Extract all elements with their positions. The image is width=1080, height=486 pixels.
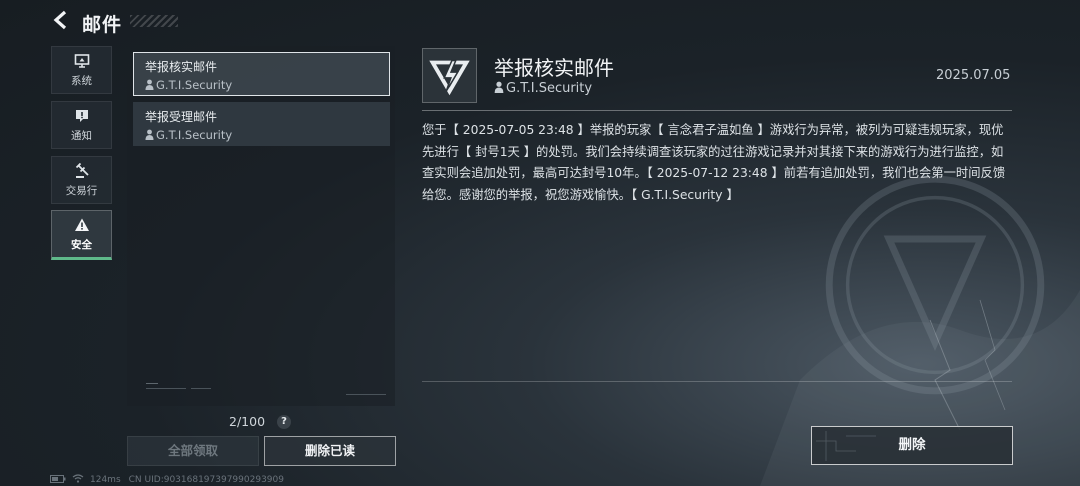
wifi-icon (72, 474, 84, 483)
delete-button[interactable]: 删除 (811, 426, 1013, 465)
person-icon (494, 81, 504, 93)
mail-count: 2/100 (229, 414, 266, 429)
tab-label: 系统 (71, 75, 92, 87)
help-icon[interactable]: ? (277, 415, 291, 429)
tab-notification[interactable]: 通知 (51, 101, 112, 149)
mail-list-item[interactable]: 举报核实邮件 G.T.I.Security (133, 52, 390, 96)
warning-triangle-icon (74, 218, 89, 231)
tab-label: 通知 (71, 130, 92, 142)
mail-list-item[interactable]: 举报受理邮件 G.T.I.Security (133, 102, 390, 146)
claim-all-button[interactable]: 全部领取 (127, 436, 259, 466)
detail-sender-name: G.T.I.Security (506, 81, 593, 96)
mail-sender: G.T.I.Security (145, 128, 390, 142)
uid-text: CN UID:903168197397990293909 (128, 475, 284, 485)
gavel-icon (75, 163, 89, 178)
detail-body: 您于【 2025-07-05 23:48 】举报的玩家【 言念君子温如鱼 】游戏… (422, 123, 1006, 202)
mail-subject: 举报受理邮件 (145, 110, 218, 124)
detail-sender: G.T.I.Security (494, 81, 592, 96)
battery-icon (50, 475, 66, 483)
title-decoration (130, 15, 178, 27)
person-icon (145, 79, 154, 90)
monitor-icon (74, 54, 89, 68)
delete-label: 删除 (898, 437, 926, 453)
tab-system[interactable]: 系统 (51, 46, 112, 94)
status-footer: 124ms CN UID:903168197397990293909 (50, 474, 292, 485)
person-icon (145, 129, 154, 140)
mail-sender-name: G.T.I.Security (156, 128, 233, 142)
tab-security[interactable]: 安全 (51, 210, 112, 260)
divider (422, 110, 1012, 111)
divider (422, 381, 1012, 382)
sender-logo-icon (422, 48, 477, 103)
tab-label: 安全 (71, 239, 92, 251)
back-arrow-icon[interactable] (50, 9, 72, 31)
tab-label: 交易行 (65, 185, 98, 197)
detail-subject: 举报核实邮件 (494, 56, 614, 80)
mail-sender-name: G.T.I.Security (156, 78, 233, 92)
button-decoration (816, 431, 876, 461)
tab-trading[interactable]: 交易行 (51, 156, 112, 204)
alert-box-icon (75, 110, 88, 122)
list-decoration (146, 383, 386, 395)
mail-subject: 举报核实邮件 (145, 60, 218, 74)
detail-date: 2025.07.05 (936, 68, 1011, 83)
ping-text: 124ms (90, 475, 121, 485)
mail-list-panel (127, 46, 395, 406)
delete-read-button[interactable]: 删除已读 (264, 436, 396, 466)
mail-sender: G.T.I.Security (145, 78, 389, 92)
page-title: 邮件 (82, 14, 123, 36)
